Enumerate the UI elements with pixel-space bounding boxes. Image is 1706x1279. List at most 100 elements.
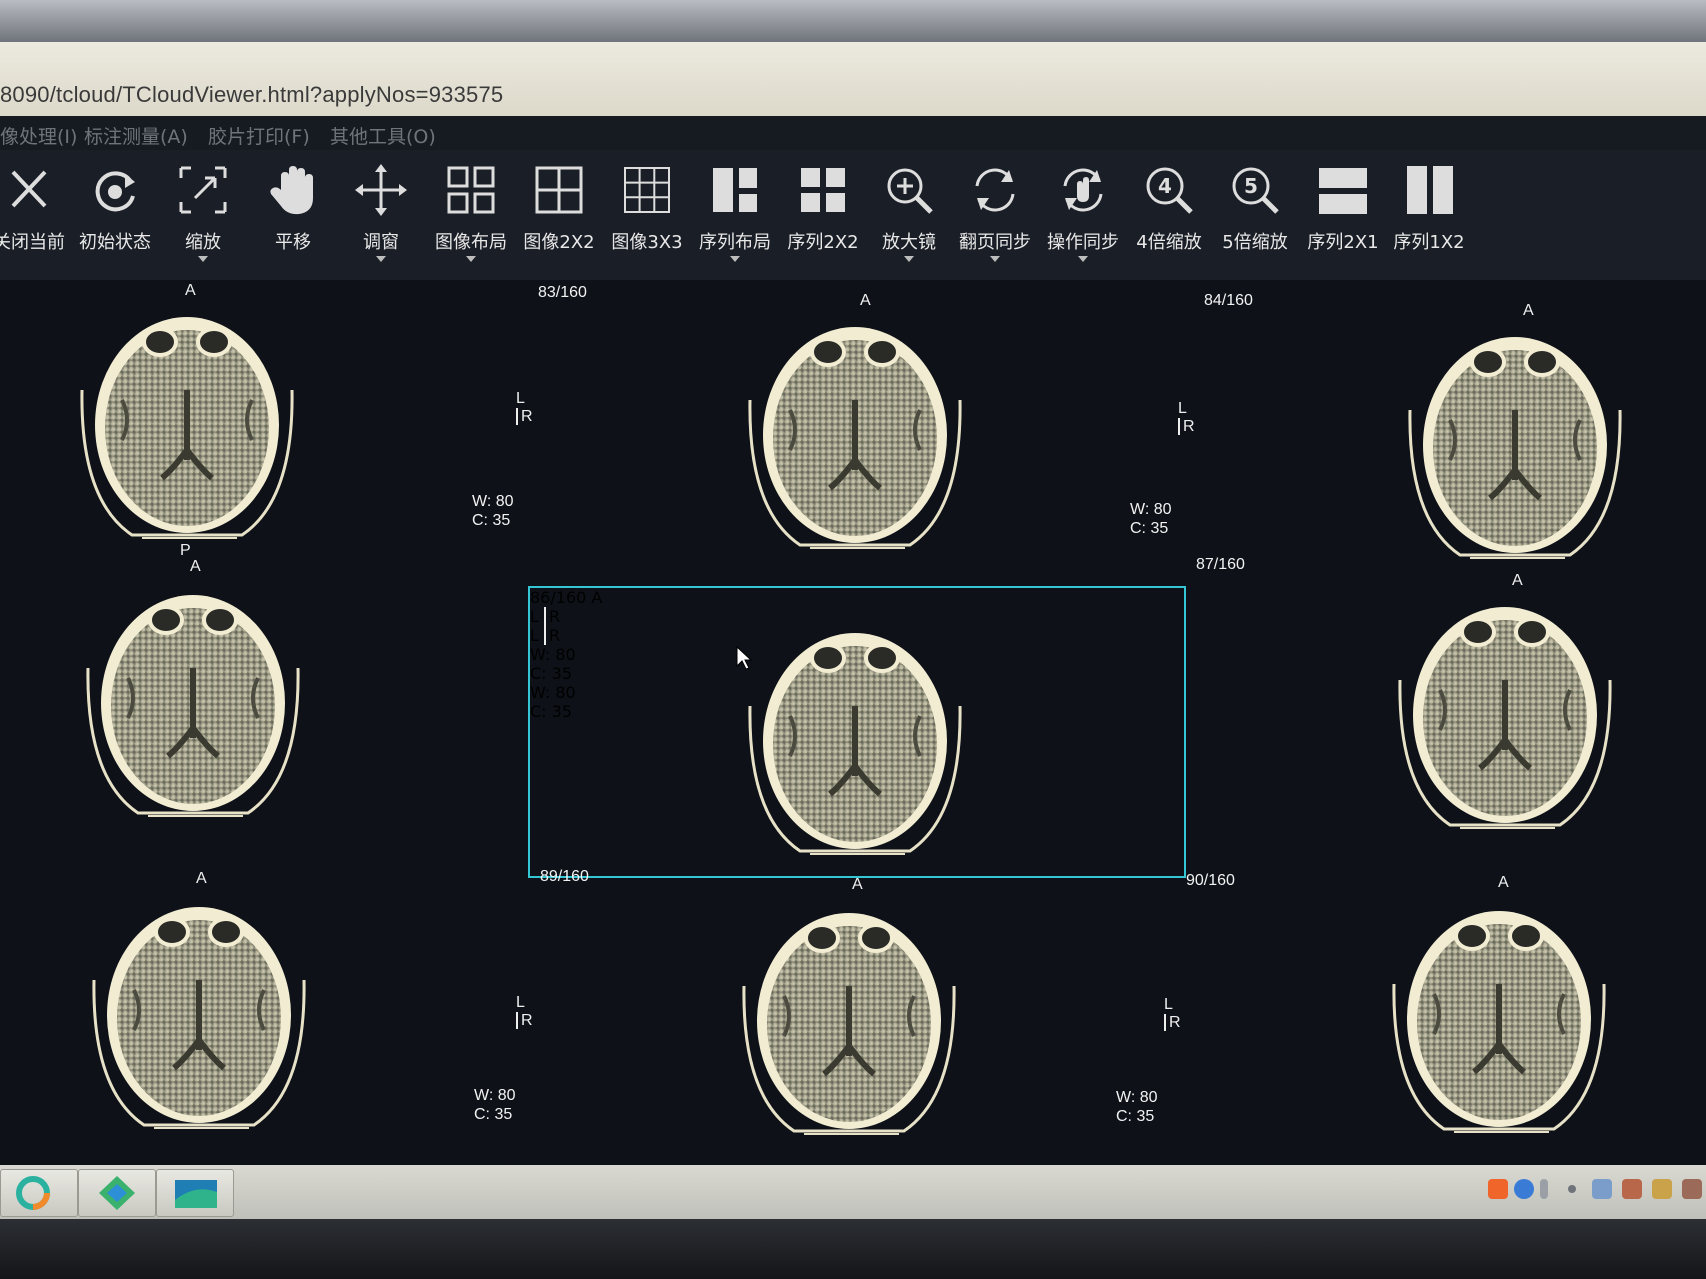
series-1x2-button[interactable]: 序列1X2 [1386, 160, 1472, 280]
series-2x1-icon [1319, 168, 1367, 214]
slice-index: 87/160 [1196, 556, 1245, 573]
image-viewport[interactable]: A P 83/160 L R W: 80 C: 35 A 84/160 L R W… [0, 280, 1706, 1165]
orientation-anterior: A [1523, 302, 1534, 319]
toolbar: 关闭当前 初始状态 缩放 平移 调窗 图像布局 图像2X2 图像3X3 序列布局 [0, 150, 1706, 280]
address-url[interactable]: 8090/tcloud/TCloudViewer.html?applyNos=9… [0, 82, 503, 108]
ct-slice-image [68, 578, 318, 828]
taskbar-app-1[interactable] [0, 1169, 78, 1217]
tray-input-icon[interactable] [1488, 1179, 1508, 1199]
initial-state-button[interactable]: 初始状态 [72, 160, 158, 280]
zoom-4x-button[interactable]: 4 4倍缩放 [1126, 160, 1212, 280]
series-1x2-label: 序列1X2 [1393, 232, 1465, 253]
selected-image-cell[interactable]: 86/160 A L R L R W: 80 C: 35 W: 80 C: 35 [528, 586, 1186, 878]
orientation-anterior: A [1498, 874, 1509, 891]
zoom-5x-button[interactable]: 5 5倍缩放 [1212, 160, 1298, 280]
page-sync-icon [975, 168, 1015, 212]
page-sync-label: 翻页同步 [959, 232, 1031, 253]
image-cell[interactable]: A 89/160 L R W: 80 C: 35 [0, 868, 589, 1164]
operation-sync-label: 操作同步 [1047, 232, 1119, 253]
operation-sync-dropdown-caret[interactable] [1078, 256, 1088, 262]
image-3x3-button[interactable]: 图像3X3 [604, 160, 690, 280]
zoom-icon [179, 166, 227, 214]
image-3x3-label: 图像3X3 [611, 232, 683, 253]
diamond-app-icon [99, 1176, 135, 1210]
viewer-app-icon [175, 1180, 217, 1208]
magnifier-dropdown-caret[interactable] [904, 256, 914, 262]
image-cell[interactable]: A P 83/160 L R W: 80 C: 35 [0, 280, 587, 560]
taskbar-app-2[interactable] [78, 1169, 156, 1217]
zoom-5x-label: 5倍缩放 [1222, 232, 1288, 253]
tray-arrow-icon[interactable] [1568, 1185, 1576, 1193]
series-layout-label: 序列布局 [699, 232, 771, 253]
image-cell[interactable]: A 84/160 L R W: 80 C: 35 [530, 280, 1253, 560]
menu-film-print[interactable]: 胶片打印(F) [208, 122, 310, 149]
operation-sync-button[interactable]: 操作同步 [1040, 160, 1126, 280]
address-bar[interactable]: 8090/tcloud/TCloudViewer.html?applyNos=9… [0, 42, 1706, 117]
image-layout-icon [447, 166, 495, 214]
orientation-anterior: A [1512, 572, 1523, 589]
orientation-anterior: A [591, 588, 603, 607]
window-level: W: 80 C: 35 [1130, 501, 1172, 537]
image-cell[interactable]: A [0, 558, 530, 850]
svg-text:5: 5 [1244, 174, 1258, 198]
series-2x1-button[interactable]: 序列2X1 [1300, 160, 1386, 280]
orientation-anterior: A [196, 870, 207, 887]
svg-text:4: 4 [1158, 174, 1172, 198]
ct-slice-image [724, 896, 974, 1146]
orientation-anterior: A [860, 292, 871, 309]
page-sync-button[interactable]: 翻页同步 [952, 160, 1038, 280]
tray-volume-icon[interactable] [1682, 1179, 1702, 1199]
tray-status-icon[interactable] [1540, 1179, 1548, 1199]
orientation-anterior: A [185, 282, 196, 299]
close-current-button[interactable]: 关闭当前 [0, 160, 72, 280]
grid-3x3-icon [624, 167, 670, 213]
lr-scale: L R [1164, 996, 1181, 1031]
menu-annotate-measure[interactable]: 标注测量(A) [84, 122, 188, 149]
orientation-anterior: A [190, 558, 201, 575]
window-dropdown-caret[interactable] [376, 256, 386, 262]
image-layout-dropdown-caret[interactable] [466, 256, 476, 262]
image-cell[interactable]: A 90/160 L R W: 80 C: 35 [530, 872, 1235, 1164]
zoom-5x-icon: 5 [1232, 167, 1279, 214]
series-1x2-icon [1407, 166, 1453, 214]
image-cell[interactable]: 87/160 A [1190, 556, 1706, 850]
orientation-anterior: A [852, 876, 863, 893]
series-layout-icon [713, 168, 757, 212]
series-2x2-icon [801, 168, 845, 212]
image-cell[interactable]: A [1190, 280, 1706, 560]
operation-sync-icon [1063, 168, 1103, 212]
close-current-label: 关闭当前 [0, 232, 65, 253]
series-layout-button[interactable]: 序列布局 [692, 160, 778, 280]
magnifier-icon [887, 168, 933, 214]
move-icon [355, 164, 407, 216]
series-2x2-button[interactable]: 序列2X2 [780, 160, 866, 280]
series-2x2-label: 序列2X2 [787, 232, 859, 253]
tray-help-icon[interactable] [1514, 1179, 1534, 1199]
refresh-app-icon [16, 1176, 50, 1210]
zoom-button[interactable]: 缩放 [160, 160, 246, 280]
zoom-dropdown-caret[interactable] [198, 256, 208, 262]
image-cell[interactable]: A [1190, 874, 1706, 1164]
series-2x1-label: 序列2X1 [1307, 232, 1379, 253]
tray-flag-icon[interactable] [1622, 1179, 1642, 1199]
menu-other-tools[interactable]: 其他工具(O) [330, 122, 436, 149]
window-level: W: 80 C: 35 [1116, 1089, 1158, 1125]
menu-image-processing[interactable]: 像处理(I) [0, 122, 77, 149]
window-level: W: 80 C: 35 [472, 493, 514, 529]
image-layout-button[interactable]: 图像布局 [428, 160, 514, 280]
pan-label: 平移 [275, 232, 311, 253]
initial-state-label: 初始状态 [79, 232, 151, 253]
tray-network-icon[interactable] [1592, 1179, 1612, 1199]
pan-button[interactable]: 平移 [250, 160, 336, 280]
slice-index: 86/160 [530, 588, 587, 607]
reset-icon [95, 171, 135, 212]
ct-slice-image [1374, 894, 1624, 1144]
page-sync-dropdown-caret[interactable] [990, 256, 1000, 262]
tray-security-icon[interactable] [1652, 1179, 1672, 1199]
window-adjust-button[interactable]: 调窗 [338, 160, 424, 280]
magnifier-button[interactable]: 放大镜 [866, 160, 952, 280]
series-layout-dropdown-caret[interactable] [730, 256, 740, 262]
taskbar-app-3[interactable] [156, 1169, 234, 1217]
zoom-label: 缩放 [185, 232, 221, 253]
image-2x2-button[interactable]: 图像2X2 [516, 160, 602, 280]
